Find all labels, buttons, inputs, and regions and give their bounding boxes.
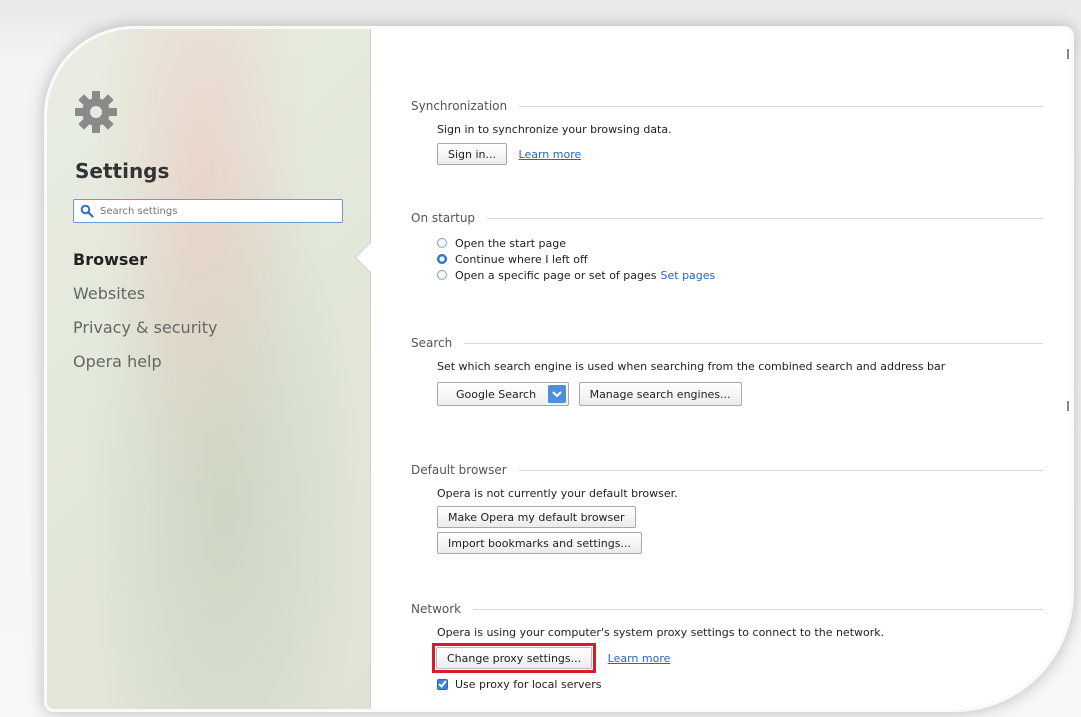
- radio-label: Open the start page: [455, 236, 567, 250]
- import-bookmarks-button[interactable]: Import bookmarks and settings...: [437, 532, 642, 554]
- scrollbar-top[interactable]: [1067, 49, 1069, 59]
- sidebar-item-privacy-security[interactable]: Privacy & security: [73, 311, 217, 345]
- make-default-browser-button[interactable]: Make Opera my default browser: [437, 506, 636, 528]
- proxy-button-highlight: Change proxy settings...: [432, 643, 597, 673]
- search-description: Set which search engine is used when sea…: [437, 360, 946, 373]
- search-input[interactable]: [98, 204, 337, 218]
- section-default-browser: Default browser Opera is not currently y…: [411, 461, 1043, 554]
- startup-option-continue[interactable]: Continue where I left off: [437, 251, 1043, 267]
- search-engine-value: Google Search: [456, 387, 537, 401]
- import-actions: Import bookmarks and settings...: [437, 532, 1043, 554]
- section-header-network: Network: [411, 600, 1043, 618]
- startup-header: On startup: [411, 211, 476, 225]
- radio-button-checked[interactable]: [437, 254, 447, 264]
- section-search: Search Set which search engine is used w…: [411, 334, 1043, 406]
- manage-search-engines-button[interactable]: Manage search engines...: [578, 382, 742, 406]
- divider: [473, 608, 1043, 610]
- default-browser-header: Default browser: [411, 463, 507, 477]
- chevron-down-icon[interactable]: [548, 385, 567, 403]
- use-proxy-checkbox[interactable]: [437, 678, 448, 690]
- startup-option-specific-pages[interactable]: Open a specific page or set of pages Set…: [437, 267, 1043, 283]
- gear-icon: [75, 91, 117, 133]
- network-header: Network: [411, 602, 462, 616]
- search-settings-box[interactable]: [73, 199, 343, 223]
- radio-label: Continue where I left off: [455, 252, 588, 266]
- checkmark-icon: [438, 680, 447, 688]
- network-description: Opera is using your computer's system pr…: [437, 626, 885, 639]
- use-proxy-local-row[interactable]: Use proxy for local servers: [437, 676, 1043, 692]
- sync-header: Synchronization: [411, 99, 508, 113]
- section-header-startup: On startup: [411, 209, 1043, 227]
- sidebar-item-browser[interactable]: Browser: [73, 243, 217, 277]
- default-browser-description: Opera is not currently your default brow…: [437, 487, 678, 500]
- radio-button[interactable]: [437, 270, 447, 280]
- search-icon: [80, 204, 94, 218]
- section-header-search: Search: [411, 334, 1043, 352]
- change-proxy-settings-button[interactable]: Change proxy settings...: [436, 647, 593, 669]
- divider: [487, 217, 1043, 219]
- search-engine-dropdown[interactable]: Google Search: [437, 382, 570, 406]
- page-title: Settings: [75, 159, 170, 183]
- section-synchronization: Synchronization Sign in to synchronize y…: [411, 97, 1043, 165]
- sign-in-button[interactable]: Sign in...: [437, 143, 508, 165]
- set-pages-link[interactable]: Set pages: [661, 269, 716, 282]
- sync-description: Sign in to synchronize your browsing dat…: [437, 123, 672, 136]
- section-network: Network Opera is using your computer's s…: [411, 600, 1043, 692]
- radio-button[interactable]: [437, 238, 447, 248]
- startup-option-start-page[interactable]: Open the start page: [437, 235, 1043, 251]
- sync-learn-more-link[interactable]: Learn more: [519, 148, 582, 161]
- radio-label: Open a specific page or set of pages: [455, 268, 657, 282]
- section-on-startup: On startup Open the start page Continue …: [411, 209, 1043, 283]
- scrollbar-mark[interactable]: [1067, 401, 1069, 411]
- sidebar-item-websites[interactable]: Websites: [73, 277, 217, 311]
- settings-content: Synchronization Sign in to synchronize y…: [371, 29, 1071, 709]
- search-actions: Google Search Manage search engines...: [437, 382, 1043, 406]
- settings-sidebar: Settings Browser Websites Privacy & secu…: [47, 29, 371, 709]
- settings-nav: Browser Websites Privacy & security Oper…: [73, 243, 217, 379]
- network-learn-more-link[interactable]: Learn more: [608, 652, 671, 665]
- section-header-sync: Synchronization: [411, 97, 1043, 115]
- section-header-default-browser: Default browser: [411, 461, 1043, 479]
- default-browser-actions: Make Opera my default browser: [437, 506, 1043, 528]
- sidebar-item-opera-help[interactable]: Opera help: [73, 345, 217, 379]
- search-header: Search: [411, 336, 453, 350]
- settings-window: Settings Browser Websites Privacy & secu…: [44, 26, 1074, 712]
- sync-actions: Sign in... Learn more: [437, 143, 1043, 165]
- network-actions: Change proxy settings... Learn more: [432, 643, 1043, 673]
- divider: [518, 469, 1043, 471]
- divider: [519, 105, 1043, 107]
- divider: [464, 342, 1043, 344]
- use-proxy-label: Use proxy for local servers: [455, 677, 602, 691]
